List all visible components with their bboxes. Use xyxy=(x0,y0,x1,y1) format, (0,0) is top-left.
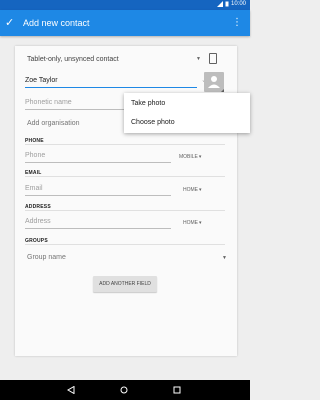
email-type-value: HOME xyxy=(183,187,198,193)
account-value: Tablet-only, unsynced contact xyxy=(27,56,119,63)
address-input[interactable]: Address xyxy=(25,217,171,229)
address-underline xyxy=(25,228,171,229)
check-icon[interactable]: ✓ xyxy=(5,16,14,30)
status-time: 10:00 xyxy=(230,1,246,7)
back-icon[interactable] xyxy=(67,386,75,394)
status-bar: 10:00 xyxy=(0,0,250,10)
phone-type-select[interactable]: MOBILE▾ xyxy=(179,154,201,160)
navigation-bar xyxy=(0,380,250,400)
choose-photo-menu-item[interactable]: Choose photo xyxy=(131,119,175,126)
email-input[interactable]: Email xyxy=(25,184,171,196)
groups-divider xyxy=(25,244,225,245)
name-field[interactable]: Zoe Taylor ⌄ xyxy=(25,76,207,88)
phone-device-icon xyxy=(209,53,217,64)
page-title: Add new contact xyxy=(23,18,90,28)
home-icon[interactable] xyxy=(120,386,128,394)
address-type-arrow-icon: ▾ xyxy=(199,220,202,226)
phone-underline xyxy=(25,162,171,163)
app-bar: ✓ Add new contact ⋮ xyxy=(0,10,250,36)
recent-apps-icon[interactable] xyxy=(173,386,181,394)
add-another-field-button[interactable]: ADD ANOTHER FIELD xyxy=(93,276,157,292)
battery-icon xyxy=(225,1,229,7)
group-dropdown-arrow-icon: ▼ xyxy=(222,255,227,261)
contact-photo-button[interactable] xyxy=(204,72,224,92)
email-type-arrow-icon: ▾ xyxy=(199,187,202,193)
phonetic-name-placeholder: Phonetic name xyxy=(25,99,72,106)
name-underline xyxy=(25,87,197,88)
phone-input[interactable]: Phone xyxy=(25,151,171,163)
phone-placeholder: Phone xyxy=(25,152,46,159)
photo-options-menu: Take photo Choose photo xyxy=(124,93,250,133)
take-photo-menu-item[interactable]: Take photo xyxy=(131,100,165,107)
email-divider xyxy=(25,176,225,177)
group-name-select[interactable]: Group name ▼ xyxy=(27,253,227,265)
email-type-select[interactable]: HOME▾ xyxy=(183,187,202,193)
add-organisation-link[interactable]: Add organisation xyxy=(27,120,127,130)
dropdown-arrow-icon: ▼ xyxy=(196,56,201,62)
phone-type-value: MOBILE xyxy=(179,154,198,160)
address-placeholder: Address xyxy=(25,218,51,225)
phone-type-arrow-icon: ▾ xyxy=(198,154,202,160)
group-name-placeholder: Group name xyxy=(27,254,66,261)
name-value: Zoe Taylor xyxy=(25,77,58,84)
address-type-select[interactable]: HOME▾ xyxy=(183,220,202,226)
signal-icon xyxy=(216,1,223,7)
organisation-label: Add organisation xyxy=(27,120,80,127)
account-select[interactable]: Tablet-only, unsynced contact ▼ xyxy=(25,53,205,67)
more-vert-icon[interactable]: ⋮ xyxy=(232,16,242,30)
phonetic-underline xyxy=(25,109,133,110)
address-type-value: HOME xyxy=(183,220,198,226)
email-underline xyxy=(25,195,171,196)
phone-divider xyxy=(25,144,225,145)
person-icon xyxy=(208,76,224,92)
phonetic-name-field[interactable]: Phonetic name xyxy=(25,98,133,110)
email-placeholder: Email xyxy=(25,185,43,192)
address-divider xyxy=(25,210,225,211)
